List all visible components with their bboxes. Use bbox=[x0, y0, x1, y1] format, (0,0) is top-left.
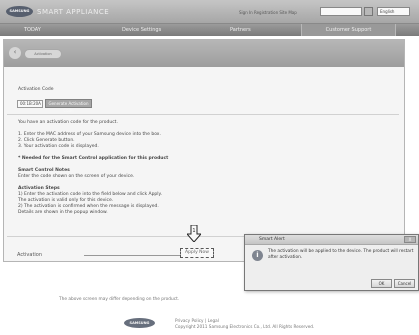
steps-text: Details are shown in the popup window. bbox=[18, 210, 108, 215]
search-input[interactable] bbox=[320, 7, 362, 16]
disclaimer-note: The above screen may differ depending on… bbox=[59, 297, 180, 302]
mac-address-field[interactable]: 00:1B:20A bbox=[17, 100, 43, 108]
close-icon[interactable]: X bbox=[404, 236, 416, 243]
footer-links[interactable]: Privacy Policy | Legal bbox=[175, 318, 219, 323]
content-panel: ‹ Activation Activation Code 00:1B:20A G… bbox=[3, 39, 405, 262]
divider bbox=[7, 114, 399, 115]
nav-item-partners[interactable]: Partners bbox=[230, 27, 251, 33]
dialog-message: The activation will be applied to the de… bbox=[268, 249, 414, 260]
apply-button[interactable]: Apply Now bbox=[180, 248, 214, 258]
instruction-intro: You have an activation code for the prod… bbox=[18, 120, 118, 125]
section-text: Enter the code shown on the screen of yo… bbox=[18, 174, 135, 179]
instruction-step: 1. Enter the MAC address of your Samsung… bbox=[18, 132, 161, 137]
section-heading: * Needed for the Smart Control applicati… bbox=[18, 156, 169, 161]
svg-text:1: 1 bbox=[192, 228, 195, 234]
activation-input[interactable] bbox=[84, 248, 184, 256]
nav-item-today[interactable]: TODAY bbox=[24, 27, 41, 33]
search-button[interactable] bbox=[364, 7, 373, 16]
down-arrow-icon: 1 bbox=[187, 225, 201, 242]
steps-text: 1) Enter the activation code into the fi… bbox=[18, 192, 162, 197]
footer-logo: SAMSUNG bbox=[124, 318, 155, 328]
nav-item-device-settings[interactable]: Device Settings bbox=[122, 27, 161, 33]
activation-label: Activation bbox=[17, 252, 43, 258]
nav-item-customer-support[interactable]: Customer Support bbox=[301, 24, 396, 36]
site-title: SMART APPLIANCE bbox=[37, 8, 110, 16]
samsung-logo[interactable]: SAMSUNG bbox=[6, 6, 33, 17]
info-icon: i bbox=[252, 250, 263, 261]
alert-dialog: Smart Alert X i The activation will be a… bbox=[244, 234, 419, 291]
dialog-title: Smart Alert bbox=[259, 237, 285, 242]
steps-heading: Activation Steps bbox=[18, 186, 60, 191]
language-select[interactable]: English bbox=[377, 7, 410, 16]
generate-button[interactable]: Generate Activation Code bbox=[45, 99, 92, 113]
top-links[interactable]: Sign In Registration Site Map bbox=[239, 10, 297, 15]
steps-text: The activation is valid only for this de… bbox=[18, 198, 114, 203]
copyright: Copyright 2011 Samsung Electronics Co., … bbox=[175, 324, 315, 329]
steps-text: 2) The activation is confirmed when the … bbox=[18, 204, 159, 209]
dialog-titlebar: Smart Alert X bbox=[245, 235, 418, 245]
panel-header: ‹ Activation bbox=[4, 40, 404, 67]
breadcrumb: Activation bbox=[24, 49, 62, 59]
main-nav: TODAY Device Settings Partners Customer … bbox=[0, 24, 419, 36]
cancel-button[interactable]: Cancel bbox=[394, 279, 415, 288]
instruction-step: 3. Your activation code is displayed. bbox=[18, 144, 99, 149]
section-subheading: Smart Control Notes bbox=[18, 168, 70, 173]
top-bar: SAMSUNG SMART APPLIANCE Sign In Registra… bbox=[0, 0, 419, 24]
instruction-step: 2. Click Generate button. bbox=[18, 138, 75, 143]
section-title: Activation Code bbox=[18, 87, 54, 92]
arrow-left-icon[interactable]: ‹ bbox=[9, 47, 21, 59]
ok-button[interactable]: OK bbox=[371, 279, 392, 288]
